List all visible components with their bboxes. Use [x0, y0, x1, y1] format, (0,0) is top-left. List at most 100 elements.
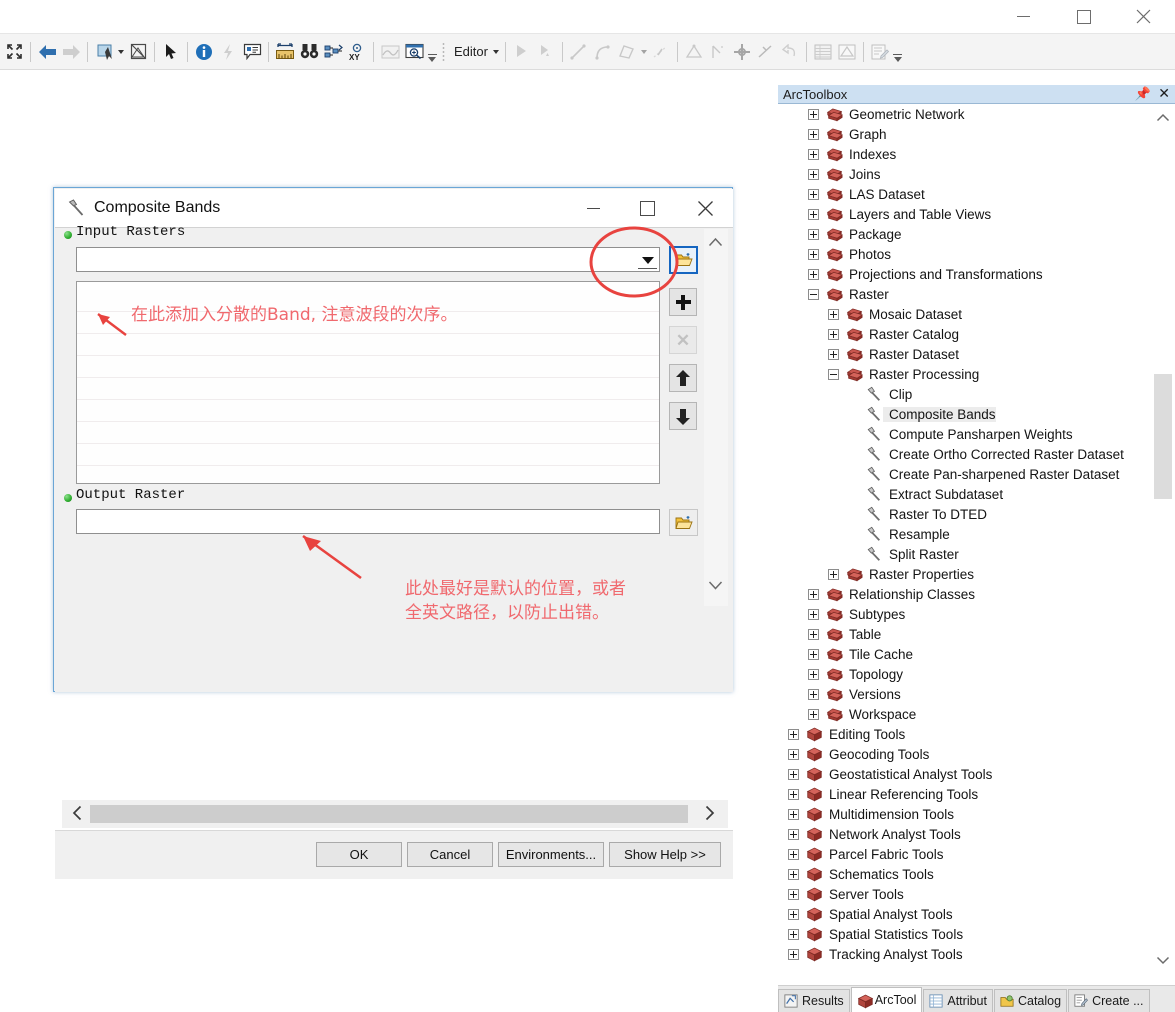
back-arrow-icon[interactable]: [35, 40, 59, 64]
cancel-button[interactable]: Cancel: [407, 842, 493, 867]
tree-item-extract-subdataset[interactable]: Extract Subdataset: [778, 484, 1158, 504]
tree-item-multidimension-tools[interactable]: Multidimension Tools: [778, 804, 1158, 824]
expand-icon[interactable]: [808, 628, 819, 640]
straight-segment-icon[interactable]: [567, 40, 591, 64]
tree-item-geostatistical-analyst-tools[interactable]: Geostatistical Analyst Tools: [778, 764, 1158, 784]
close-icon[interactable]: ✕: [1158, 85, 1170, 102]
horizontal-scroll-thumb[interactable]: [90, 805, 688, 823]
remove-raster-button[interactable]: ✕: [669, 326, 697, 354]
tree-item-photos[interactable]: Photos: [778, 244, 1158, 264]
tree-item-table[interactable]: Table: [778, 624, 1158, 644]
dock-tab-create[interactable]: Create ...: [1068, 989, 1150, 1012]
tree-item-schematics-tools[interactable]: Schematics Tools: [778, 864, 1158, 884]
expand-icon[interactable]: [808, 228, 819, 240]
dock-tab-results[interactable]: Results: [778, 989, 850, 1012]
expand-icon[interactable]: [808, 248, 819, 260]
intersection-icon[interactable]: [730, 40, 754, 64]
tree-item-versions[interactable]: Versions: [778, 684, 1158, 704]
identify-icon[interactable]: [192, 40, 216, 64]
midpoint-icon[interactable]: [649, 40, 673, 64]
tree-item-composite-bands[interactable]: Composite Bands: [778, 404, 1158, 424]
editor-dropdown-arrow-icon[interactable]: [491, 40, 501, 64]
move-down-button[interactable]: [669, 402, 697, 430]
expand-icon[interactable]: [808, 108, 819, 120]
tree-item-package[interactable]: Package: [778, 224, 1158, 244]
tree-item-network-analyst-tools[interactable]: Network Analyst Tools: [778, 824, 1158, 844]
trace-icon[interactable]: [615, 40, 639, 64]
expand-icon[interactable]: [788, 848, 799, 860]
toolbar-grip[interactable]: [441, 40, 446, 63]
output-raster-browse-button[interactable]: [669, 509, 698, 536]
expand-icon[interactable]: [788, 768, 799, 780]
measure-icon[interactable]: [273, 40, 297, 64]
tree-item-tile-cache[interactable]: Tile Cache: [778, 644, 1158, 664]
expand-icon[interactable]: [788, 948, 799, 960]
attributes-icon[interactable]: [811, 40, 835, 64]
expand-icon[interactable]: [808, 668, 819, 680]
tree-item-workspace[interactable]: Workspace: [778, 704, 1158, 724]
tree-item-raster-dataset[interactable]: Raster Dataset: [778, 344, 1158, 364]
tree-item-raster-catalog[interactable]: Raster Catalog: [778, 324, 1158, 344]
tree-item-raster-processing[interactable]: Raster Processing: [778, 364, 1158, 384]
expand-icon[interactable]: [808, 168, 819, 180]
dialog-close-button[interactable]: [683, 190, 727, 226]
go-to-xy-icon[interactable]: XY: [345, 40, 369, 64]
select-features-dropdown-arrow-icon[interactable]: [116, 40, 126, 64]
expand-icon[interactable]: [788, 868, 799, 880]
output-raster-input[interactable]: [76, 509, 660, 534]
expand-icon[interactable]: [828, 308, 839, 320]
expand-icon[interactable]: [788, 728, 799, 740]
show-help-button[interactable]: Show Help >>: [609, 842, 721, 867]
scroll-right-button[interactable]: [698, 800, 720, 826]
hyperlink-icon[interactable]: [216, 40, 240, 64]
collapse-icon[interactable]: [808, 288, 819, 300]
expand-icon[interactable]: [788, 888, 799, 900]
expand-icon[interactable]: [788, 928, 799, 940]
tree-scroll-down-button[interactable]: [1152, 949, 1174, 971]
dock-tab-catalog[interactable]: Catalog: [993, 989, 1068, 1012]
arctoolbox-tree[interactable]: Geometric Network Graph Indexes Joins LAS Da…: [778, 104, 1158, 976]
window-maximize-button[interactable]: [1061, 0, 1107, 33]
tangent-icon[interactable]: [754, 40, 778, 64]
tree-item-parcel-fabric-tools[interactable]: Parcel Fabric Tools: [778, 844, 1158, 864]
undo-sketch-icon[interactable]: [778, 40, 802, 64]
tree-item-editing-tools[interactable]: Editing Tools: [778, 724, 1158, 744]
tree-item-linear-referencing-tools[interactable]: Linear Referencing Tools: [778, 784, 1158, 804]
tree-item-server-tools[interactable]: Server Tools: [778, 884, 1158, 904]
tree-item-topology[interactable]: Topology: [778, 664, 1158, 684]
environments-button[interactable]: Environments...: [498, 842, 604, 867]
tree-item-geometric-network[interactable]: Geometric Network: [778, 104, 1158, 124]
collapse-icon[interactable]: [828, 368, 839, 380]
dialog-vertical-scrollbar[interactable]: [704, 229, 728, 606]
find-icon[interactable]: [297, 40, 321, 64]
expand-icon[interactable]: [828, 328, 839, 340]
create-features-icon[interactable]: [868, 40, 892, 64]
arctoolbox-vertical-scrollbar[interactable]: [1152, 104, 1174, 974]
tree-item-joins[interactable]: Joins: [778, 164, 1158, 184]
editor-menu-label[interactable]: Editor: [449, 44, 491, 59]
expand-icon[interactable]: [808, 648, 819, 660]
time-slider-icon[interactable]: [378, 40, 402, 64]
tree-item-raster-properties[interactable]: Raster Properties: [778, 564, 1158, 584]
expand-icon[interactable]: [808, 268, 819, 280]
expand-icon[interactable]: [808, 588, 819, 600]
edit-vertices-icon[interactable]: [534, 40, 558, 64]
scroll-down-button[interactable]: [704, 574, 726, 596]
find-route-icon[interactable]: [321, 40, 345, 64]
select-elements-icon[interactable]: [159, 40, 183, 64]
expand-icon[interactable]: [808, 188, 819, 200]
expand-icon[interactable]: [788, 908, 799, 920]
html-popup-icon[interactable]: [240, 40, 264, 64]
tree-item-tracking-analyst-tools[interactable]: Tracking Analyst Tools: [778, 944, 1158, 964]
move-up-button[interactable]: [669, 364, 697, 392]
tree-item-subtypes[interactable]: Subtypes: [778, 604, 1158, 624]
sketch-tool-icon[interactable]: [510, 40, 534, 64]
window-close-button[interactable]: [1120, 0, 1166, 33]
tree-item-las-dataset[interactable]: LAS Dataset: [778, 184, 1158, 204]
tree-item-split-raster[interactable]: Split Raster: [778, 544, 1158, 564]
tree-item-layers-and-table-views[interactable]: Layers and Table Views: [778, 204, 1158, 224]
expand-icon[interactable]: [788, 788, 799, 800]
clear-selection-icon[interactable]: [126, 40, 150, 64]
ok-button[interactable]: OK: [316, 842, 402, 867]
expand-icon[interactable]: [808, 208, 819, 220]
